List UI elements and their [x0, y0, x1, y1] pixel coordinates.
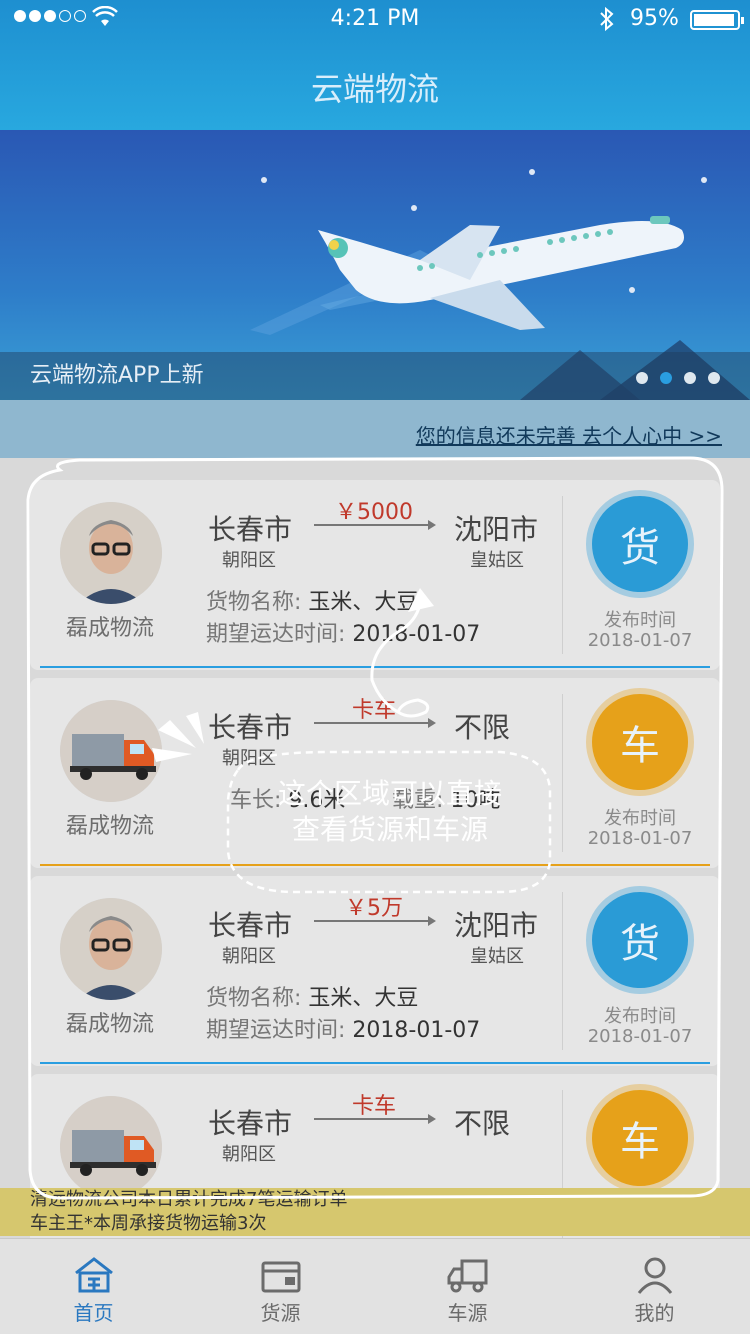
- truck-badge: 车: [592, 1090, 688, 1186]
- bluetooth-icon: [598, 6, 616, 38]
- cargo-name-row: 货物名称: 玉米、大豆: [206, 584, 418, 616]
- publish-time-label: 发布时间: [604, 610, 676, 631]
- truck-badge: 车: [592, 694, 688, 790]
- publish-time-label: 发布时间: [604, 808, 676, 829]
- guide-hint-line: 查看货源和车源: [291, 813, 488, 846]
- truck-icon: [447, 1259, 487, 1293]
- truck-type: 卡车: [351, 698, 396, 723]
- origin-district: 朝阳区: [222, 748, 276, 769]
- freight-price: ￥5000: [335, 500, 413, 525]
- card-underline: [40, 1062, 710, 1064]
- cargo-name-label: 货物名称:: [206, 986, 302, 1011]
- avatar: [60, 502, 162, 604]
- freight-price: ￥5万: [345, 896, 403, 921]
- expected-arrival-row: 期望运达时间: 2018-01-07: [206, 616, 480, 648]
- goods-badge: 货: [592, 892, 688, 988]
- battery-icon: [690, 10, 744, 30]
- listing-list: 磊成物流 长春市 朝阳区 ￥5000 沈阳市 皇姑区 货物名称: 玉米、大豆 期…: [30, 480, 720, 1272]
- expected-arrival-value: 2018-01-07: [352, 622, 481, 647]
- truck-avatar: [60, 1096, 162, 1198]
- page-title: 云端物流: [310, 70, 439, 108]
- carousel-dot-active[interactable]: [660, 372, 672, 384]
- complete-profile-link[interactable]: 您的信息还未完善 去个人心中 >>: [416, 420, 722, 449]
- guide-hint-text: 这个区域可以直接 查看货源和车源: [232, 776, 548, 848]
- tab-label: 货源: [260, 1301, 301, 1325]
- destination-city: 不限: [454, 1107, 511, 1140]
- carousel-dot[interactable]: [636, 372, 648, 384]
- publish-date: 2018-01-07: [587, 1026, 693, 1047]
- company-name: 磊成物流: [65, 616, 154, 641]
- cargo-name-row: 货物名称: 玉米、大豆: [206, 980, 418, 1012]
- card-underline: [40, 864, 710, 866]
- battery-percent: 95%: [630, 6, 679, 31]
- carousel-dot[interactable]: [708, 372, 720, 384]
- card-underline: [40, 666, 710, 668]
- destination-city: 沈阳市: [454, 513, 539, 546]
- carousel-dot[interactable]: [684, 372, 696, 384]
- tab-home[interactable]: 首页: [0, 1239, 187, 1334]
- origin-city: 长春市: [208, 909, 293, 942]
- divider: [562, 496, 563, 654]
- tab-bar: 首页 货源 车源 我的: [0, 1238, 750, 1334]
- banner-carousel[interactable]: 云端物流APP上新: [0, 130, 750, 400]
- tab-goods[interactable]: 货源: [187, 1239, 374, 1334]
- truck-type: 卡车: [351, 1094, 396, 1119]
- profile-notice-bar: 您的信息还未完善 去个人心中 >>: [0, 400, 750, 458]
- tab-trucks[interactable]: 车源: [374, 1239, 561, 1334]
- tab-label: 车源: [447, 1301, 488, 1325]
- home-icon: [74, 1257, 113, 1293]
- ticker-line: 车主王*本周承接货物运输3次: [30, 1213, 267, 1234]
- route-arrow: [314, 718, 436, 728]
- route-arrow: [314, 520, 436, 530]
- divider: [562, 694, 563, 852]
- cargo-name-value: 玉米、大豆: [308, 590, 419, 615]
- tab-label: 我的: [634, 1301, 675, 1325]
- carousel-indicator[interactable]: [636, 372, 720, 384]
- origin-city: 长春市: [208, 711, 293, 744]
- cargo-name-value: 玉米、大豆: [308, 986, 419, 1011]
- route-arrow: [314, 916, 436, 926]
- destination-district: 皇姑区: [470, 946, 524, 967]
- publish-date: 2018-01-07: [587, 828, 693, 849]
- tab-me[interactable]: 我的: [561, 1239, 748, 1334]
- route-arrow: [314, 1114, 436, 1124]
- expected-arrival-label: 期望运达时间:: [206, 622, 346, 647]
- goods-listing-card[interactable]: 磊成物流 长春市 朝阳区 ￥5000 沈阳市 皇姑区 货物名称: 玉米、大豆 期…: [30, 480, 720, 670]
- divider: [562, 892, 563, 1050]
- status-bar: 4:21 PM 95%: [0, 0, 750, 40]
- top-bar: 4:21 PM 95% 云端物流: [0, 0, 750, 130]
- truck-avatar: [60, 700, 162, 802]
- tab-label: 首页: [73, 1301, 114, 1325]
- goods-listing-card[interactable]: 磊成物流 长春市 朝阳区 ￥5万 沈阳市 皇姑区 货物名称: 玉米、大豆 期望运…: [30, 876, 720, 1066]
- goods-badge: 货: [592, 496, 688, 592]
- destination-city: 沈阳市: [454, 909, 539, 942]
- activity-ticker: 清远物流公司本日累计完成7笔运输订单 车主王*本周承接货物运输3次: [0, 1188, 750, 1236]
- box-icon: [261, 1261, 300, 1293]
- expected-arrival-value: 2018-01-07: [352, 1018, 481, 1043]
- expected-arrival-row: 期望运达时间: 2018-01-07: [206, 1012, 480, 1044]
- origin-district: 朝阳区: [222, 1144, 276, 1165]
- company-name: 磊成物流: [65, 814, 154, 839]
- ticker-line: 清远物流公司本日累计完成7笔运输订单: [30, 1189, 348, 1210]
- origin-district: 朝阳区: [222, 550, 276, 571]
- origin-city: 长春市: [208, 1107, 293, 1140]
- company-name: 磊成物流: [65, 1012, 154, 1037]
- avatar: [60, 898, 162, 1000]
- expected-arrival-label: 期望运达时间:: [206, 1018, 346, 1043]
- publish-time-label: 发布时间: [604, 1006, 676, 1027]
- cargo-name-label: 货物名称:: [206, 590, 302, 615]
- user-icon: [637, 1257, 672, 1294]
- publish-date: 2018-01-07: [587, 630, 693, 651]
- guide-hint-line: 这个区域可以直接: [277, 777, 502, 810]
- origin-district: 朝阳区: [222, 946, 276, 967]
- destination-district: 皇姑区: [470, 550, 524, 571]
- origin-city: 长春市: [208, 513, 293, 546]
- destination-city: 不限: [454, 711, 511, 744]
